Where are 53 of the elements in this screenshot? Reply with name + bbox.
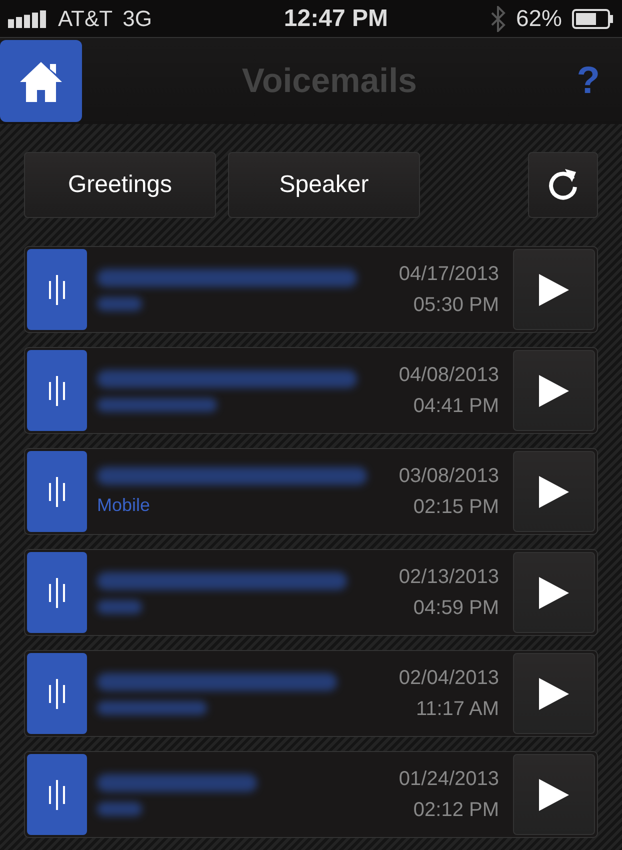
play-icon xyxy=(537,372,571,408)
battery-percent: 62% xyxy=(516,5,562,32)
phone-type: Mobile xyxy=(97,495,152,516)
voicemail-date: 02/04/2013 xyxy=(398,666,499,690)
play-button[interactable] xyxy=(513,249,595,330)
voicemail-row[interactable]: 04/17/2013 05:30 PM xyxy=(24,246,598,333)
redacted-number xyxy=(97,802,142,816)
action-button[interactable]: Greetings xyxy=(24,152,216,218)
voicemail-time: 11:17 AM xyxy=(416,698,499,720)
voicemail-time: 05:30 PM xyxy=(413,294,499,316)
voicemail-row[interactable]: Mobile 03/08/2013 02:15 PM xyxy=(24,448,598,535)
play-button[interactable] xyxy=(513,552,595,633)
play-icon xyxy=(537,776,571,812)
play-icon xyxy=(537,676,571,712)
voicemail-row[interactable]: 04/08/2013 04:41 PM xyxy=(24,347,598,434)
battery-icon xyxy=(572,8,614,28)
waveform-icon xyxy=(47,376,67,406)
waveform-icon xyxy=(47,274,67,304)
signal-icon xyxy=(8,10,48,28)
waveform-icon xyxy=(47,678,67,708)
voicemail-time: 02:15 PM xyxy=(413,496,499,518)
play-icon xyxy=(537,574,571,610)
help-button[interactable]: ? xyxy=(576,60,600,102)
voicemail-date: 02/13/2013 xyxy=(398,566,499,588)
voicemail-date: 04/17/2013 xyxy=(398,262,499,286)
bluetooth-icon xyxy=(490,6,506,32)
voicemail-date: 01/24/2013 xyxy=(398,768,499,790)
voicemail-date: 03/08/2013 xyxy=(398,464,499,488)
voicemail-row[interactable]: 02/04/2013 11:17 AM xyxy=(24,650,598,737)
refresh-button[interactable] xyxy=(528,152,598,218)
redacted-number xyxy=(97,600,142,614)
play-button[interactable] xyxy=(513,350,595,431)
waveform-icon xyxy=(47,476,67,506)
voicemail-time: 04:41 PM xyxy=(413,394,499,418)
play-icon xyxy=(537,474,571,510)
carrier: AT&T xyxy=(58,6,113,32)
clock: 12:47 PM xyxy=(282,4,388,32)
play-button[interactable] xyxy=(513,451,595,532)
voicemail-row[interactable]: 02/13/2013 04:59 PM xyxy=(24,549,598,636)
play-button[interactable] xyxy=(513,754,595,835)
voicemail-time: 02:12 PM xyxy=(413,798,499,822)
voicemail-date: 04/08/2013 xyxy=(398,364,499,386)
redacted-number xyxy=(97,296,142,310)
action-button[interactable]: Speaker xyxy=(228,152,420,218)
voicemail-row[interactable]: 01/24/2013 02:12 PM xyxy=(24,751,598,838)
waveform-icon xyxy=(47,780,67,810)
network-type: 3G xyxy=(122,6,152,32)
waveform-icon xyxy=(47,578,67,608)
play-icon xyxy=(537,272,571,308)
home-button[interactable] xyxy=(0,40,82,122)
voicemail-time: 04:59 PM xyxy=(413,596,499,620)
play-button[interactable] xyxy=(513,653,595,734)
home-icon xyxy=(18,60,64,102)
